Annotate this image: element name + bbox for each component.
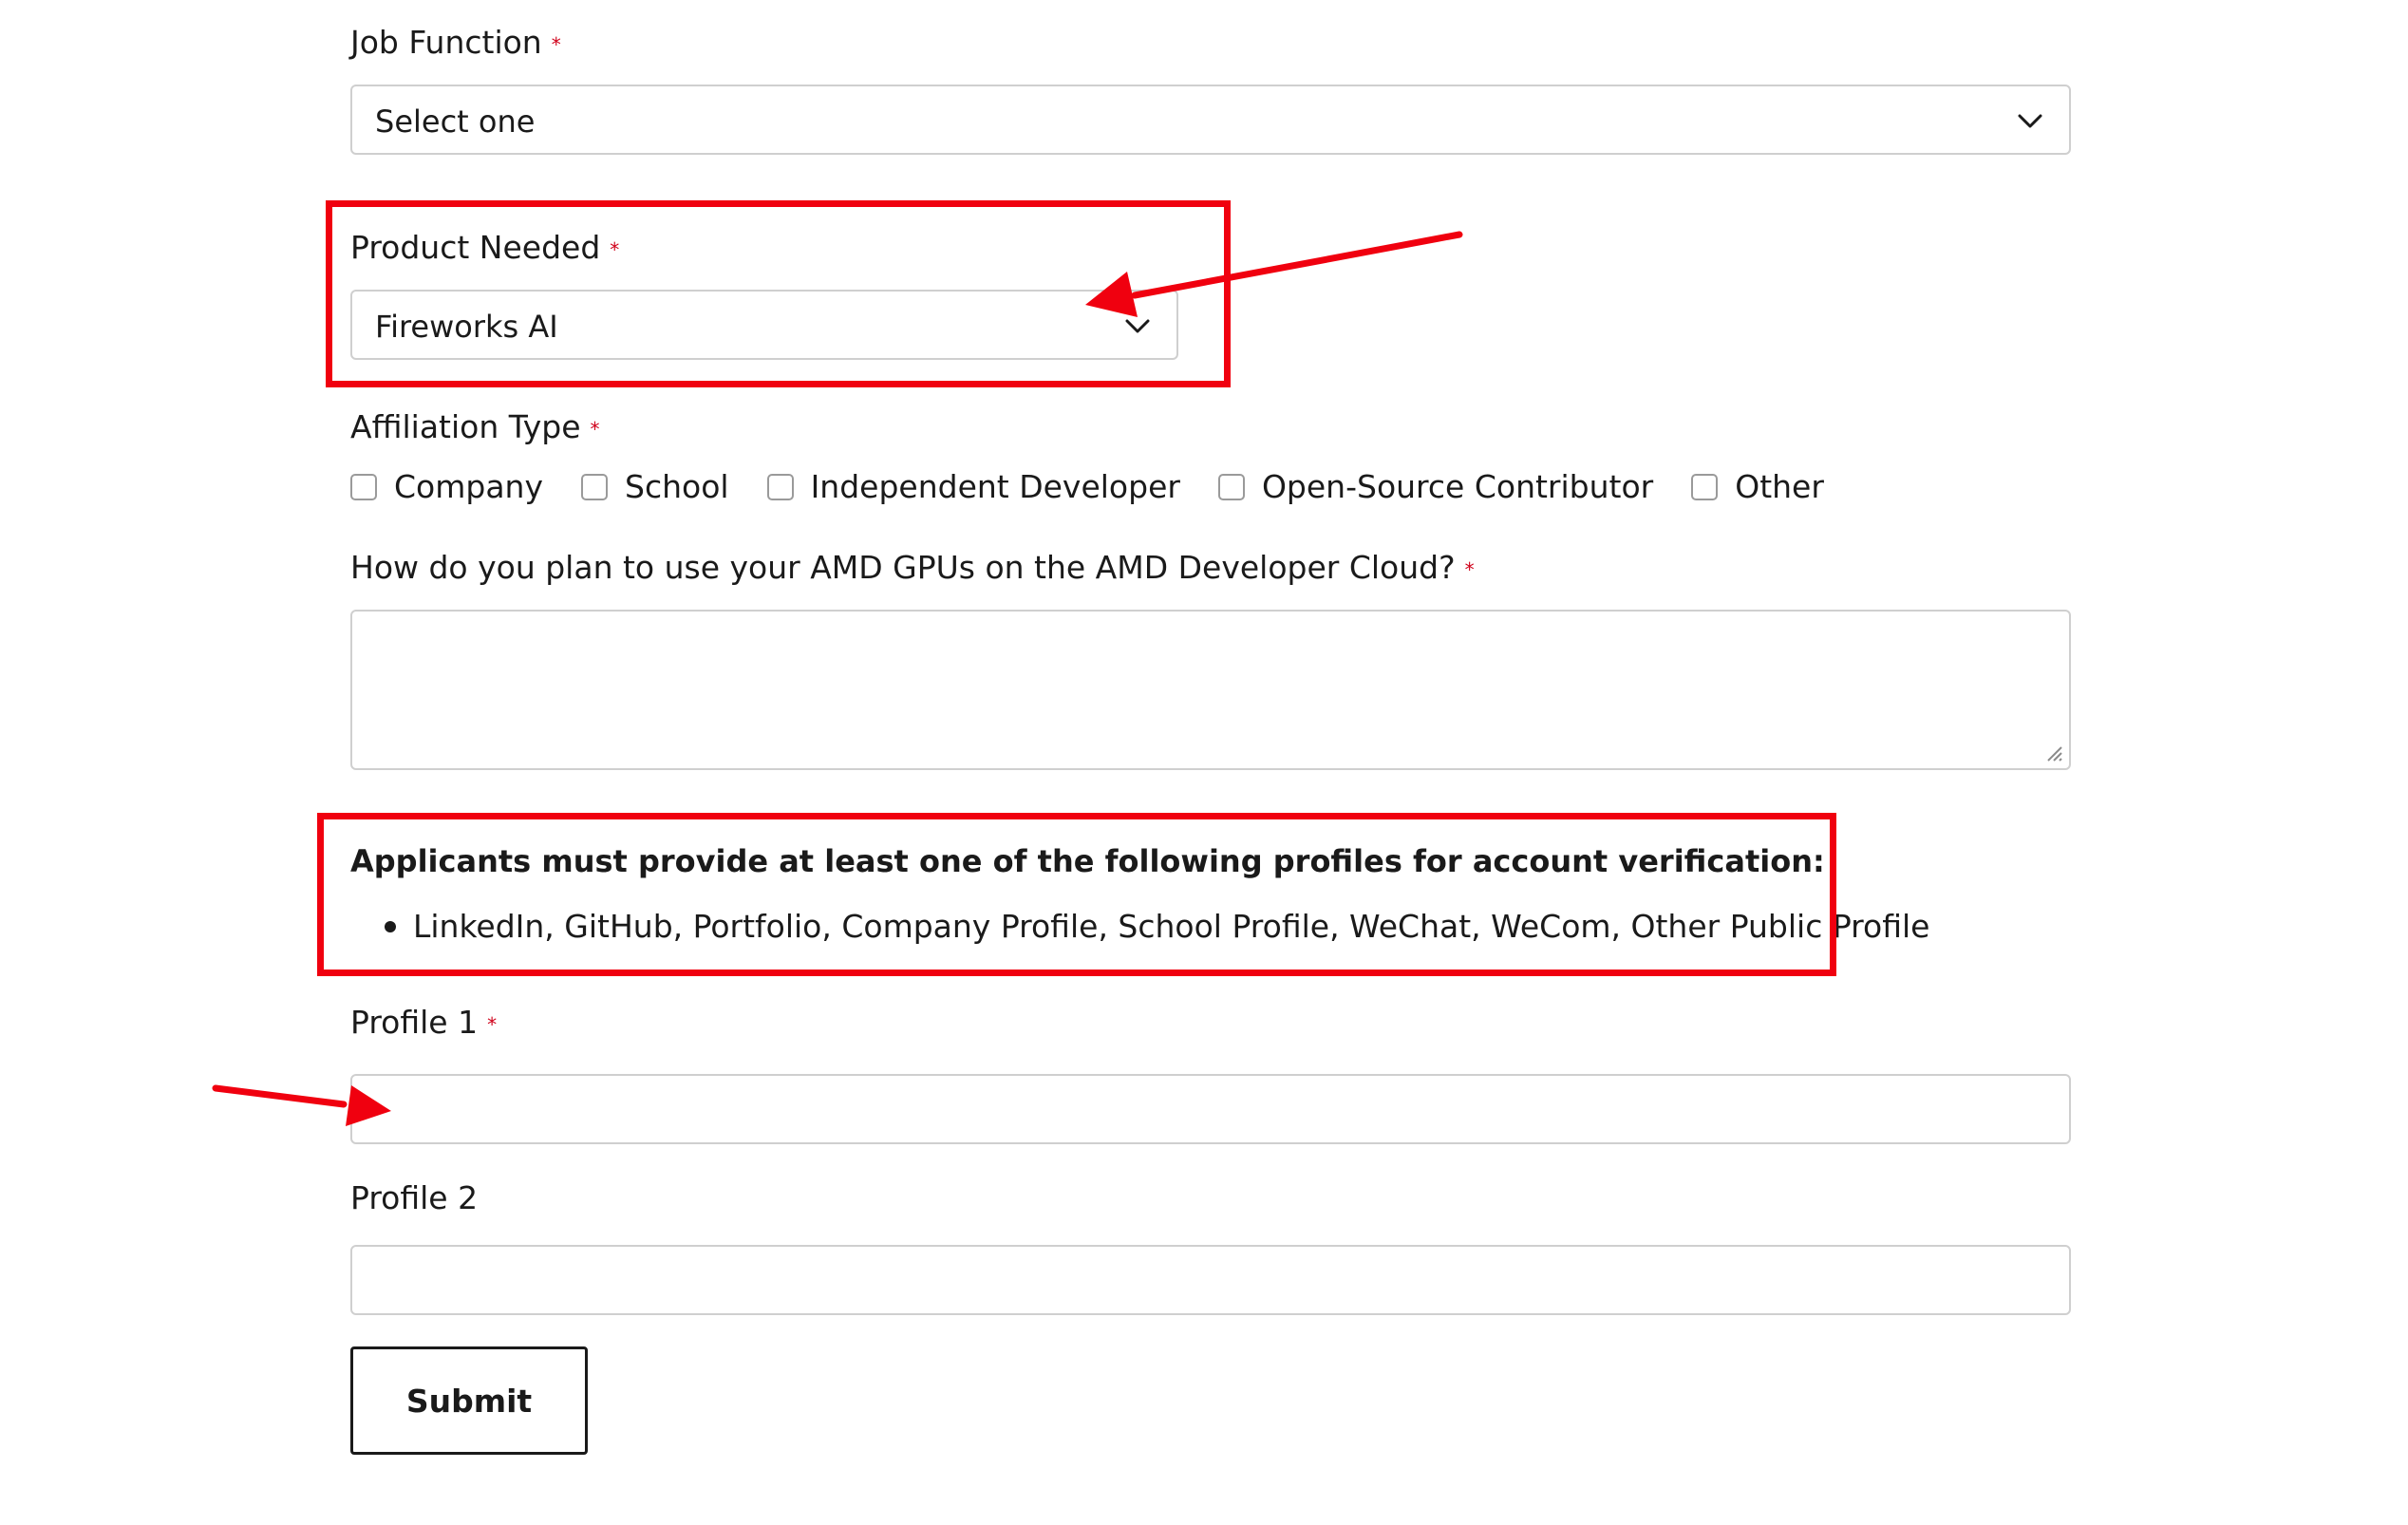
- profile-requirement-list: LinkedIn, GitHub, Portfolio, Company Pro…: [350, 908, 1929, 946]
- required-mark: *: [590, 417, 600, 441]
- profile-2-label: Profile 2: [350, 1179, 478, 1217]
- affiliation-type-label-text: Affiliation Type: [350, 408, 581, 445]
- affiliation-option-label: Independent Developer: [810, 468, 1180, 505]
- affiliation-option-independent-developer[interactable]: Independent Developer: [766, 468, 1180, 506]
- resize-handle-icon[interactable]: [2044, 744, 2063, 762]
- profile-requirement-item: LinkedIn, GitHub, Portfolio, Company Pro…: [413, 908, 1930, 945]
- affiliation-option-open-source-contributor[interactable]: Open-Source Contributor: [1217, 468, 1654, 506]
- product-needed-selected-value: Fireworks AI: [375, 309, 558, 345]
- bullet-icon: [385, 921, 396, 932]
- company-checkbox[interactable]: [350, 474, 377, 500]
- profile-requirement-title: Applicants must provide at least one of …: [350, 843, 1825, 879]
- submit-button[interactable]: Submit: [350, 1346, 588, 1455]
- job-function-select[interactable]: Select one: [350, 85, 2071, 155]
- affiliation-option-label: Company: [394, 468, 543, 505]
- chevron-down-icon: [1125, 319, 1150, 333]
- required-mark: *: [610, 237, 620, 261]
- affiliation-type-options: Company School Independent Developer Ope…: [350, 468, 1862, 506]
- required-mark: *: [1464, 557, 1475, 581]
- product-needed-label: Product Needed *: [350, 229, 619, 269]
- affiliation-type-label: Affiliation Type *: [350, 408, 600, 448]
- profile-1-label: Profile 1 *: [350, 1004, 497, 1044]
- product-needed-select[interactable]: Fireworks AI: [350, 290, 1178, 360]
- job-function-label: Job Function *: [350, 24, 561, 64]
- job-function-label-text: Job Function: [350, 24, 542, 61]
- affiliation-option-other[interactable]: Other: [1691, 468, 1824, 506]
- annotation-highlight-profile-requirement: [317, 813, 1836, 976]
- independent-developer-checkbox[interactable]: [766, 474, 794, 500]
- affiliation-option-label: School: [625, 468, 729, 505]
- affiliation-option-label: Open-Source Contributor: [1261, 468, 1654, 505]
- school-checkbox[interactable]: [581, 474, 608, 500]
- plan-usage-label: How do you plan to use your AMD GPUs on …: [350, 549, 1475, 589]
- form-page: Job Function * Select one Product Needed *…: [0, 0, 2408, 1525]
- other-checkbox[interactable]: [1691, 474, 1719, 500]
- job-function-selected-value: Select one: [375, 104, 536, 140]
- profile-2-label-text: Profile 2: [350, 1179, 479, 1216]
- affiliation-option-company[interactable]: Company: [350, 468, 543, 506]
- affiliation-option-label: Other: [1735, 468, 1824, 505]
- plan-usage-textarea[interactable]: [350, 610, 2071, 770]
- affiliation-option-school[interactable]: School: [581, 468, 729, 506]
- plan-usage-label-text: How do you plan to use your AMD GPUs on …: [350, 549, 1456, 586]
- product-needed-label-text: Product Needed: [350, 229, 601, 266]
- profile-1-input[interactable]: [350, 1074, 2071, 1144]
- chevron-down-icon: [2018, 114, 2042, 128]
- required-mark: *: [551, 32, 561, 56]
- profile-2-input[interactable]: [350, 1245, 2071, 1315]
- required-mark: *: [487, 1012, 498, 1036]
- open-source-contributor-checkbox[interactable]: [1217, 474, 1245, 500]
- profile-1-label-text: Profile 1: [350, 1004, 479, 1041]
